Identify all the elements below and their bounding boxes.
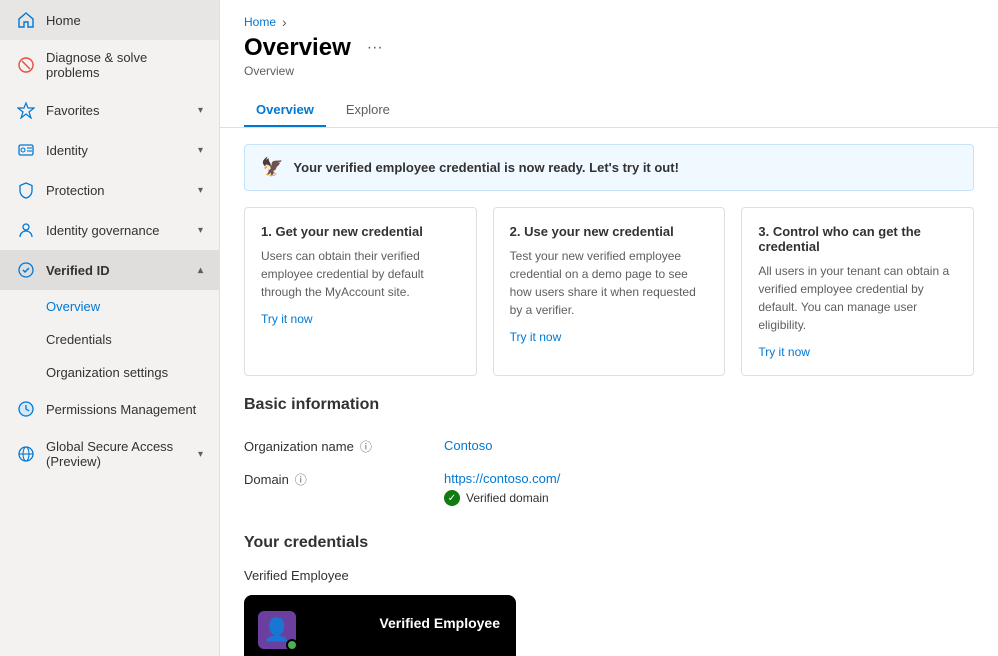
basic-info-title: Basic information <box>244 396 974 414</box>
credentials-title: Your credentials <box>244 534 950 552</box>
sidebar-item-protection[interactable]: Protection ▾ <box>0 170 219 210</box>
org-name-help-icon[interactable]: ⓘ <box>360 438 372 455</box>
page-subtitle: Overview <box>220 62 998 78</box>
main-content: Home › Overview ··· Overview Overview Ex… <box>220 0 998 656</box>
tab-explore[interactable]: Explore <box>334 94 402 127</box>
sidebar-item-verified-id[interactable]: Verified ID ▴ <box>0 250 219 290</box>
info-row-org-name: Organization name ⓘ Contoso <box>244 430 974 463</box>
sidebar-item-diagnose-label: Diagnose & solve problems <box>46 50 203 80</box>
identity-chevron: ▾ <box>198 145 203 156</box>
verified-id-icon <box>16 260 36 280</box>
card-use-credential: 2. Use your new credential Test your new… <box>493 207 726 376</box>
star-icon <box>16 100 36 120</box>
permissions-icon <box>16 399 36 419</box>
credential-card-icon: 👤 <box>258 611 296 649</box>
protection-chevron: ▾ <box>198 185 203 196</box>
verified-check-icon: ✓ <box>444 490 460 506</box>
domain-label: Domain ⓘ <box>244 471 424 488</box>
diagnose-icon <box>16 55 36 75</box>
tab-overview[interactable]: Overview <box>244 94 326 127</box>
card-3-text: All users in your tenant can obtain a ve… <box>758 262 957 334</box>
sidebar: Home Diagnose & solve problems Favorites… <box>0 0 220 656</box>
credential-card: 👤 Verified Employee Contoso <box>244 595 516 656</box>
breadcrumb-home[interactable]: Home <box>244 15 276 29</box>
card-1-try-now-link[interactable]: Try it now <box>261 312 313 326</box>
sidebar-sub-item-overview-label: Overview <box>46 299 100 314</box>
sidebar-sub-item-org-settings-label: Organization settings <box>46 365 168 380</box>
card-3-title: 3. Control who can get the credential <box>758 224 957 254</box>
verified-id-chevron: ▴ <box>198 265 203 276</box>
tab-bar: Overview Explore <box>220 84 998 128</box>
domain-link[interactable]: https://contoso.com/ <box>444 471 560 486</box>
card-2-title: 2. Use your new credential <box>510 224 709 239</box>
sidebar-item-diagnose[interactable]: Diagnose & solve problems <box>0 40 219 90</box>
cards-container: 1. Get your new credential Users can obt… <box>244 207 974 376</box>
card-1-text: Users can obtain their verified employee… <box>261 247 460 301</box>
sidebar-item-identity-governance-label: Identity governance <box>46 223 159 238</box>
banner-text: Your verified employee credential is now… <box>293 160 679 175</box>
banner-icon: 🦅 <box>261 157 283 178</box>
sidebar-item-home-label: Home <box>46 13 81 28</box>
card-2-text: Test your new verified employee credenti… <box>510 247 709 319</box>
card-1-title: 1. Get your new credential <box>261 224 460 239</box>
global-secure-chevron: ▾ <box>198 449 203 460</box>
sidebar-item-global-secure-label: Global Secure Access (Preview) <box>46 439 188 469</box>
sidebar-item-permissions-label: Permissions Management <box>46 402 196 417</box>
org-name-label: Organization name ⓘ <box>244 438 424 455</box>
identity-governance-icon <box>16 220 36 240</box>
user-icon: 👤 <box>263 617 290 643</box>
domain-value: https://contoso.com/ ✓ Verified domain <box>444 471 560 506</box>
sidebar-item-identity[interactable]: Identity ▾ <box>0 130 219 170</box>
sidebar-sub-item-org-settings[interactable]: Organization settings <box>0 356 219 389</box>
verified-domain-row: ✓ Verified domain <box>444 490 560 506</box>
identity-governance-chevron: ▾ <box>198 225 203 236</box>
protection-icon <box>16 180 36 200</box>
sidebar-item-verified-id-label: Verified ID <box>46 263 110 278</box>
global-icon <box>16 444 36 464</box>
page-title: Overview <box>244 34 351 62</box>
more-options-button[interactable]: ··· <box>361 37 389 59</box>
sidebar-item-protection-label: Protection <box>46 183 105 198</box>
card-2-try-now-link[interactable]: Try it now <box>510 330 562 344</box>
sidebar-item-favorites[interactable]: Favorites ▾ <box>0 90 219 130</box>
card-3-try-now-link[interactable]: Try it now <box>758 345 810 359</box>
sidebar-sub-item-credentials[interactable]: Credentials <box>0 323 219 356</box>
sidebar-item-identity-governance[interactable]: Identity governance ▾ <box>0 210 219 250</box>
sidebar-item-favorites-label: Favorites <box>46 103 99 118</box>
credentials-section: Your credentials Verified Employee 👤 Ver… <box>244 534 974 656</box>
sidebar-item-global-secure[interactable]: Global Secure Access (Preview) ▾ <box>0 429 219 479</box>
identity-icon <box>16 140 36 160</box>
green-dot-indicator <box>286 639 298 651</box>
sidebar-item-identity-label: Identity <box>46 143 88 158</box>
card-get-credential: 1. Get your new credential Users can obt… <box>244 207 477 376</box>
credential-card-name: Verified Employee <box>379 615 500 631</box>
credential-ready-banner: 🦅 Your verified employee credential is n… <box>244 144 974 191</box>
breadcrumb: Home › <box>220 0 998 30</box>
breadcrumb-separator: › <box>282 14 287 30</box>
favorites-chevron: ▾ <box>198 105 203 116</box>
domain-help-icon[interactable]: ⓘ <box>295 471 307 488</box>
credential-type-label: Verified Employee <box>244 568 974 583</box>
card-control-credential: 3. Control who can get the credential Al… <box>741 207 974 376</box>
sidebar-sub-item-credentials-label: Credentials <box>46 332 112 347</box>
sidebar-item-permissions[interactable]: Permissions Management <box>0 389 219 429</box>
sidebar-item-home[interactable]: Home <box>0 0 219 40</box>
sidebar-sub-item-overview[interactable]: Overview <box>0 290 219 323</box>
basic-info-table: Organization name ⓘ Contoso Domain ⓘ htt… <box>244 430 974 514</box>
info-row-domain: Domain ⓘ https://contoso.com/ ✓ Verified… <box>244 463 974 514</box>
page-header: Overview ··· <box>220 30 998 62</box>
home-icon <box>16 10 36 30</box>
org-name-value: Contoso <box>444 438 492 453</box>
